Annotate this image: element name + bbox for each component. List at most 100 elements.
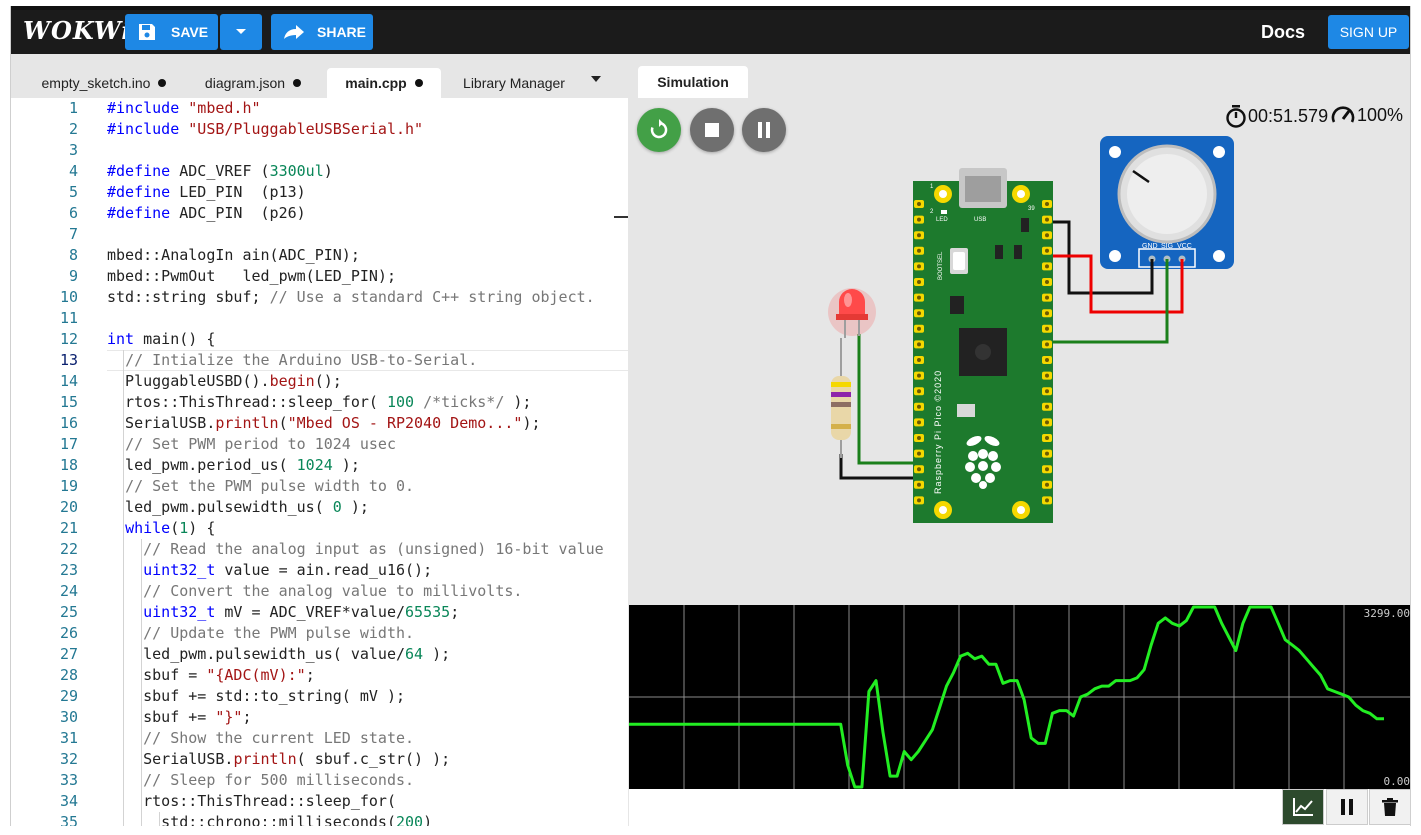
code-line[interactable]: 14 PluggableUSBD().begin(); — [11, 371, 628, 392]
tab-diagram-json[interactable]: diagram.json — [191, 68, 315, 98]
code-text: #include "USB/PluggableUSBSerial.h" — [107, 120, 424, 138]
code-text: #define LED_PIN (p13) — [107, 183, 306, 201]
simulation-pane: Simulation 00:51.579 100% GND SIG VCC LE… — [629, 54, 1410, 826]
usb-silkscreen: USB — [974, 217, 986, 223]
code-line[interactable]: 15 rtos::ThisThread::sleep_for( 100 /*ti… — [11, 392, 628, 413]
code-line[interactable]: 32 SerialUSB.println( sbuf.c_str() ); — [11, 749, 628, 770]
code-line[interactable]: 10 std::string sbuf; // Use a standard C+… — [11, 287, 628, 308]
tab-library-manager[interactable]: Library Manager — [451, 68, 577, 98]
code-line[interactable]: 2 #include "USB/PluggableUSBSerial.h" — [11, 119, 628, 140]
tab-menu-dropdown-icon[interactable] — [591, 76, 601, 82]
line-number: 9 — [68, 267, 78, 285]
code-line[interactable]: 8 mbed::AnalogIn ain(ADC_PIN); — [11, 245, 628, 266]
code-line[interactable]: 21 while(1) { — [11, 518, 628, 539]
code-line[interactable]: 20 led_pwm.pulsewidth_us( 0 ); — [11, 497, 628, 518]
header-pin-hole — [1045, 482, 1049, 487]
code-text: SerialUSB.println("Mbed OS - RP2040 Demo… — [107, 414, 541, 432]
header-pin-hole — [917, 498, 921, 503]
header-pin-hole — [1045, 295, 1049, 300]
red-led[interactable] — [828, 288, 876, 338]
pin39-silkscreen: 39 — [1028, 206, 1035, 212]
code-line[interactable]: 24 // Convert the analog value to milliv… — [11, 581, 628, 602]
code-text: mbed::AnalogIn ain(ADC_PIN); — [107, 246, 360, 264]
plotter-pause-button[interactable] — [1326, 789, 1368, 825]
code-line[interactable]: 17 // Set PWM period to 1024 usec — [11, 434, 628, 455]
code-line[interactable]: 31 // Show the current LED state. — [11, 728, 628, 749]
code-line[interactable]: 19 // Set the PWM pulse width to 0. — [11, 476, 628, 497]
line-number: 8 — [68, 246, 78, 264]
code-line[interactable]: 26 // Update the PWM pulse width. — [11, 623, 628, 644]
code-line[interactable]: 6 #define ADC_PIN (p26) — [11, 203, 628, 224]
header-pin-hole — [917, 233, 921, 238]
save-button[interactable]: SAVE — [125, 14, 218, 50]
code-line[interactable]: 11 — [11, 308, 628, 329]
signup-button[interactable]: SIGN UP — [1328, 15, 1409, 49]
save-options-button[interactable] — [220, 14, 262, 50]
code-line[interactable]: 3 — [11, 140, 628, 161]
code-line[interactable]: 18 led_pwm.period_us( 1024 ); — [11, 455, 628, 476]
code-line[interactable]: 16 SerialUSB.println("Mbed OS - RP2040 D… — [11, 413, 628, 434]
scroll-marker — [614, 216, 628, 218]
wokwi-logo[interactable]: WOKWi — [23, 16, 132, 45]
code-line[interactable]: 5 #define LED_PIN (p13) — [11, 182, 628, 203]
code-text: // Sleep for 500 milliseconds. — [143, 771, 415, 789]
line-number: 10 — [59, 288, 78, 306]
code-text: // Show the current LED state. — [143, 729, 415, 747]
pause-icon — [1341, 799, 1353, 815]
code-line[interactable]: 23 uint32_t value = ain.read_u16(); — [11, 560, 628, 581]
share-label: SHARE — [317, 24, 367, 40]
plotter-clear-button[interactable] — [1369, 789, 1410, 825]
tab-main-cpp[interactable]: main.cpp — [327, 68, 441, 98]
potentiometer-module[interactable]: GND SIG VCC — [1100, 136, 1234, 269]
code-line[interactable]: 35 std::chrono::milliseconds(200) — [11, 812, 628, 826]
tab-simulation[interactable]: Simulation — [638, 66, 748, 98]
line-number: 21 — [59, 519, 78, 537]
tab-empty-sketch[interactable]: empty_sketch.ino — [29, 68, 179, 98]
code-line[interactable]: 4 #define ADC_VREF (3300ul) — [11, 161, 628, 182]
plotter-toggle-button[interactable] — [1282, 789, 1324, 825]
code-text: // Read the analog input as (unsigned) 1… — [143, 540, 604, 558]
line-number: 7 — [68, 225, 78, 243]
code-line[interactable]: 7 — [11, 224, 628, 245]
line-number: 6 — [68, 204, 78, 222]
code-text: rtos::ThisThread::sleep_for( 100 /*ticks… — [107, 393, 532, 411]
tab-label: Library Manager — [463, 75, 565, 91]
header-pin-hole — [1045, 264, 1049, 269]
share-button[interactable]: SHARE — [271, 14, 373, 50]
code-line[interactable]: 9 mbed::PwmOut led_pwm(LED_PIN); — [11, 266, 628, 287]
code-line[interactable]: 27 led_pwm.pulsewidth_us( value/64 ); — [11, 644, 628, 665]
docs-link[interactable]: Docs — [1261, 22, 1305, 43]
code-text: int main() { — [107, 330, 216, 348]
code-text: // Set the PWM pulse width to 0. — [125, 477, 415, 495]
header-pin-hole — [917, 482, 921, 487]
code-line[interactable]: 33 // Sleep for 500 milliseconds. — [11, 770, 628, 791]
header-pin-hole — [917, 451, 921, 456]
code-text: std::string sbuf; // Use a standard C++ … — [107, 288, 595, 306]
code-line[interactable]: 28 sbuf = "{ADC(mV):"; — [11, 665, 628, 686]
header-pin-hole — [1045, 389, 1049, 394]
code-line[interactable]: 1 #include "mbed.h" — [11, 98, 628, 119]
code-line[interactable]: 25 uint32_t mV = ADC_VREF*value/65535; — [11, 602, 628, 623]
line-number: 28 — [59, 666, 78, 684]
code-text: uint32_t mV = ADC_VREF*value/65535; — [143, 603, 460, 621]
header-pin-hole — [917, 280, 921, 284]
code-line[interactable]: 22 // Read the analog input as (unsigned… — [11, 539, 628, 560]
simulation-canvas[interactable]: 00:51.579 100% GND SIG VCC LED USB 1 2 3… — [629, 98, 1410, 605]
raspberry-pi-pico-board[interactable]: LED USB 1 2 39 BOOTSEL Raspberry Pi Pico… — [913, 168, 1053, 523]
code-editor[interactable]: 1 #include "mbed.h" 2 #include "USB/Pluggab… — [11, 98, 628, 826]
trash-icon — [1382, 798, 1398, 816]
code-line[interactable]: 30 sbuf += "}"; — [11, 707, 628, 728]
code-line[interactable]: 13 // Intialize the Arduino USB-to-Seria… — [11, 350, 628, 371]
code-line[interactable]: 34 rtos::ThisThread::sleep_for( — [11, 791, 628, 812]
code-line[interactable]: 12 int main() { — [11, 329, 628, 350]
code-line[interactable]: 29 sbuf += std::to_string( mV ); — [11, 686, 628, 707]
header-pin-hole — [917, 326, 921, 331]
resistor[interactable] — [831, 338, 851, 458]
editor-pane: empty_sketch.ino diagram.json main.cpp L… — [11, 54, 628, 826]
code-text: // Update the PWM pulse width. — [143, 624, 415, 642]
code-text: #include "mbed.h" — [107, 99, 261, 117]
header-pin-hole — [1045, 420, 1049, 425]
code-text: uint32_t value = ain.read_u16(); — [143, 561, 433, 579]
code-text: PluggableUSBD().begin(); — [107, 372, 342, 390]
line-number: 32 — [59, 750, 78, 768]
